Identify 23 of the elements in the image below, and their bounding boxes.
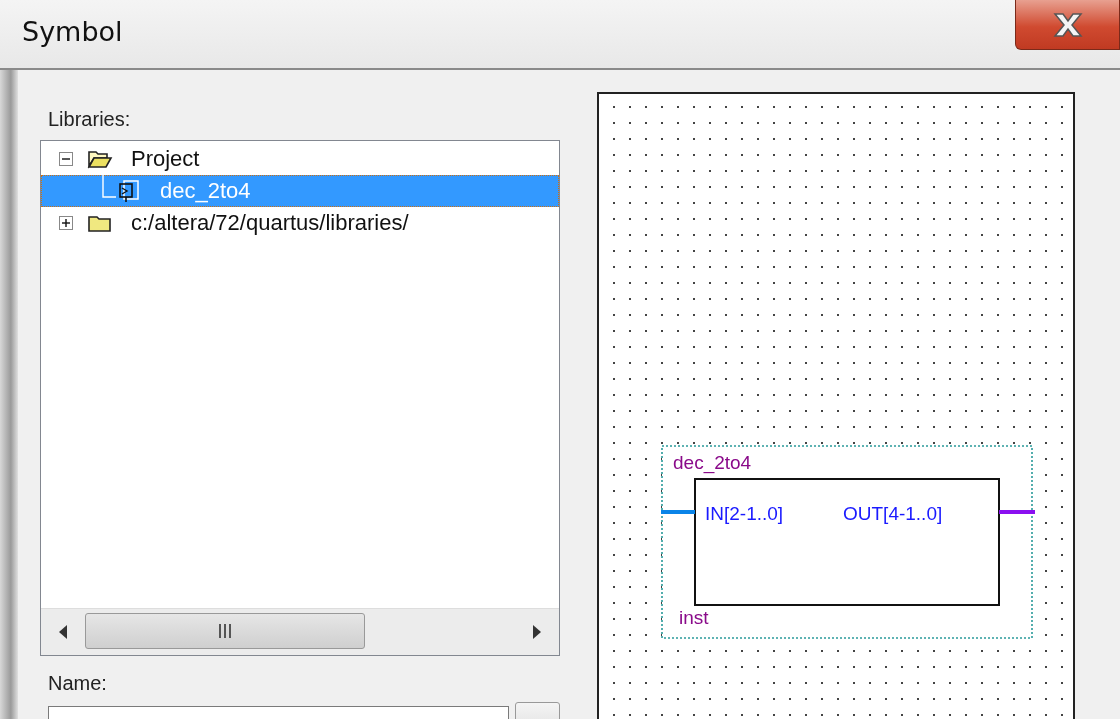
- libraries-label: Libraries:: [48, 108, 132, 132]
- horizontal-scrollbar[interactable]: [41, 608, 559, 655]
- scroll-right-icon[interactable]: [532, 624, 542, 640]
- grip-icon: [217, 624, 233, 638]
- window-title: Symbol: [22, 15, 123, 47]
- open-folder-icon: [87, 149, 113, 169]
- collapse-icon[interactable]: [59, 152, 73, 166]
- symbol-file-icon: [116, 179, 140, 203]
- tree-item[interactable]: c:/altera/72/quartus/libraries/: [41, 207, 559, 239]
- instance-name: inst: [679, 607, 709, 628]
- output-port-label: OUT[4-1..0]: [843, 503, 943, 524]
- name-label: Name:: [48, 672, 108, 696]
- scroll-left-icon[interactable]: [58, 624, 68, 640]
- output-pin: [999, 510, 1035, 514]
- input-port-label: IN[2-1..0]: [705, 503, 784, 524]
- symbol-block[interactable]: [661, 445, 1033, 639]
- expand-icon[interactable]: [59, 216, 73, 230]
- input-pin: [661, 510, 695, 514]
- tree-item[interactable]: Project: [41, 143, 559, 175]
- folder-icon: [87, 213, 113, 233]
- scroll-thumb[interactable]: [85, 613, 365, 649]
- symbol-name: dec_2to4: [673, 452, 752, 473]
- close-button[interactable]: [1015, 0, 1120, 50]
